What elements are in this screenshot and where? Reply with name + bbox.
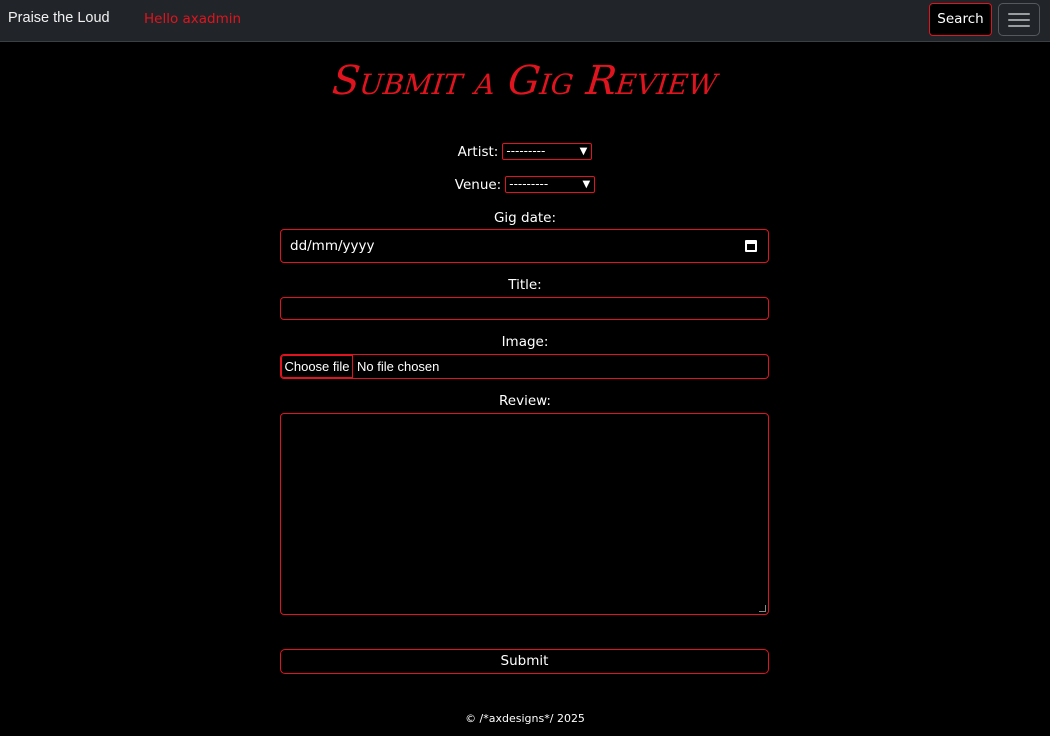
venue-select[interactable]: --------- ▼ — [505, 176, 596, 193]
choose-file-button[interactable]: Choose file — [281, 355, 353, 378]
review-textarea[interactable] — [280, 413, 769, 615]
gig-date-input[interactable]: dd/mm/yyyy — [280, 229, 769, 263]
artist-select-value: --------- — [506, 144, 546, 158]
brand-link[interactable]: Praise the Loud — [8, 10, 110, 26]
page-title: Submit a Gig Review — [330, 58, 720, 104]
review-label: Review: — [499, 393, 551, 409]
venue-select-value: --------- — [509, 177, 549, 191]
resize-handle-icon[interactable] — [759, 605, 766, 612]
chevron-down-icon: ▼ — [582, 179, 591, 190]
file-status: No file chosen — [357, 359, 440, 374]
hamburger-menu-icon[interactable] — [998, 3, 1040, 36]
submit-button[interactable]: Submit — [280, 649, 769, 674]
title-label: Title: — [508, 277, 542, 293]
artist-select[interactable]: --------- ▼ — [502, 143, 593, 160]
venue-label: Venue: — [454, 176, 502, 193]
gig-date-label: Gig date: — [493, 210, 557, 226]
image-file-input[interactable]: Choose file No file chosen — [280, 354, 769, 379]
top-navbar: Praise the Loud Hello axadmin Search — [0, 0, 1050, 42]
venue-row: Venue: --------- ▼ — [0, 176, 1050, 193]
title-input[interactable] — [280, 297, 769, 320]
calendar-icon[interactable] — [745, 240, 757, 252]
user-greeting: Hello axadmin — [144, 11, 242, 27]
search-button[interactable]: Search — [929, 3, 992, 36]
artist-row: Artist: --------- ▼ — [0, 143, 1050, 160]
footer-copyright: © /*axdesigns*/ 2025 — [465, 712, 585, 725]
chevron-down-icon: ▼ — [579, 146, 588, 157]
artist-label: Artist: — [457, 143, 499, 160]
gig-date-placeholder: dd/mm/yyyy — [290, 238, 375, 254]
image-label: Image: — [501, 334, 549, 350]
